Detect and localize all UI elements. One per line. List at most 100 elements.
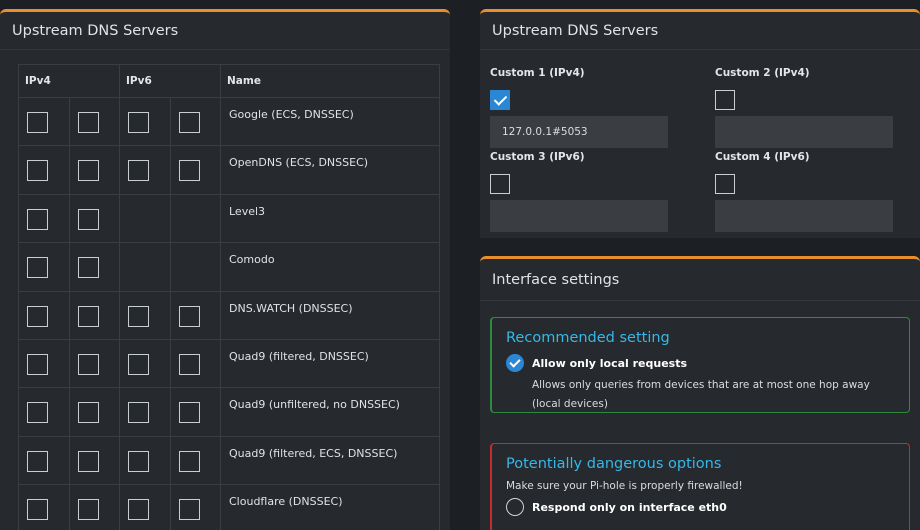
ipv4-cell bbox=[18, 96, 70, 147]
ipv6-cell bbox=[119, 96, 171, 147]
ipv4-checkbox[interactable] bbox=[27, 208, 48, 230]
ipv4-checkbox[interactable] bbox=[27, 353, 48, 375]
custom3-group: Custom 3 (IPv6) bbox=[490, 149, 670, 232]
server-name: OpenDNS (ECS, DNSSEC) bbox=[220, 145, 440, 195]
card-title: Interface settings bbox=[480, 259, 920, 301]
ipv6-cell bbox=[169, 290, 221, 340]
ipv6-checkbox[interactable] bbox=[178, 112, 200, 133]
ipv6-checkbox[interactable] bbox=[128, 305, 149, 327]
interface-settings-card: Interface settings Recommended setting A… bbox=[480, 256, 920, 530]
ipv6-checkbox[interactable] bbox=[178, 160, 200, 182]
ipv4-cell bbox=[68, 435, 120, 486]
custom2-label: Custom 2 (IPv4) bbox=[715, 67, 810, 79]
custom1-label: Custom 1 (IPv4) bbox=[490, 67, 585, 79]
table-row: Quad9 (filtered, DNSSEC) bbox=[18, 338, 440, 389]
local-requests-label: Allow only local requests bbox=[532, 356, 688, 370]
recommended-panel: Recommended setting Allow only local req… bbox=[490, 317, 910, 413]
custom4-input[interactable] bbox=[715, 200, 893, 232]
ipv4-cell bbox=[68, 193, 120, 244]
ipv4-cell bbox=[68, 484, 120, 530]
ipv4-cell bbox=[68, 290, 120, 340]
interface-only-option[interactable]: Respond only on interface eth0 bbox=[506, 498, 895, 516]
ipv4-checkbox[interactable] bbox=[77, 257, 99, 279]
custom2-checkbox[interactable] bbox=[715, 90, 735, 110]
ipv4-checkbox[interactable] bbox=[27, 499, 48, 521]
server-name: Comodo bbox=[220, 242, 440, 292]
ipv4-cell bbox=[18, 484, 70, 530]
header-ipv6: IPv6 bbox=[119, 64, 221, 98]
table-row: Level3 bbox=[18, 193, 440, 244]
custom1-input[interactable] bbox=[490, 116, 668, 148]
table-row: Cloudflare (DNSSEC) bbox=[18, 484, 440, 530]
local-requests-desc: Allows only queries from devices that ar… bbox=[532, 379, 870, 410]
local-requests-option[interactable]: Allow only local requests bbox=[506, 354, 895, 372]
ipv6-checkbox[interactable] bbox=[178, 499, 200, 521]
ipv4-cell bbox=[18, 290, 70, 340]
dns-servers-table: IPv4 IPv6 Name Google (ECS, DNSSEC) OpenD… bbox=[18, 64, 440, 530]
ipv6-checkbox[interactable] bbox=[178, 305, 200, 327]
ipv6-cell bbox=[169, 387, 221, 437]
ipv6-cell bbox=[119, 193, 171, 244]
ipv4-cell bbox=[68, 96, 120, 147]
ipv4-checkbox[interactable] bbox=[77, 160, 99, 182]
ipv6-checkbox[interactable] bbox=[128, 160, 149, 182]
ipv6-cell bbox=[169, 338, 221, 389]
ipv4-cell bbox=[18, 435, 70, 486]
custom3-input[interactable] bbox=[490, 200, 668, 232]
radio-checked-icon[interactable] bbox=[506, 354, 524, 372]
custom2-input[interactable] bbox=[715, 116, 893, 148]
ipv6-cell bbox=[169, 96, 221, 147]
custom4-checkbox[interactable] bbox=[715, 174, 735, 194]
ipv6-checkbox[interactable] bbox=[128, 450, 149, 472]
ipv6-checkbox[interactable] bbox=[128, 499, 149, 521]
upstream-dns-card-right: Upstream DNS Servers Custom 1 (IPv4) Cus… bbox=[480, 9, 920, 238]
ipv4-cell bbox=[68, 338, 120, 389]
server-name: Quad9 (filtered, DNSSEC) bbox=[220, 338, 440, 389]
custom4-group: Custom 4 (IPv6) bbox=[715, 149, 895, 232]
ipv4-cell bbox=[68, 387, 120, 437]
ipv6-checkbox[interactable] bbox=[178, 402, 200, 424]
ipv4-checkbox[interactable] bbox=[27, 160, 48, 182]
ipv4-cell bbox=[18, 242, 70, 292]
ipv4-cell bbox=[68, 145, 120, 195]
ipv6-checkbox[interactable] bbox=[128, 353, 149, 375]
ipv6-checkbox[interactable] bbox=[128, 112, 149, 133]
ipv6-cell bbox=[169, 193, 221, 244]
ipv4-checkbox[interactable] bbox=[77, 305, 99, 327]
ipv4-checkbox[interactable] bbox=[27, 305, 48, 327]
ipv4-checkbox[interactable] bbox=[77, 499, 99, 521]
ipv4-checkbox[interactable] bbox=[77, 402, 99, 424]
custom3-label: Custom 3 (IPv6) bbox=[490, 151, 585, 163]
ipv4-checkbox[interactable] bbox=[77, 353, 99, 375]
ipv6-cell bbox=[169, 484, 221, 530]
ipv4-checkbox[interactable] bbox=[27, 450, 48, 472]
ipv6-checkbox[interactable] bbox=[128, 402, 149, 424]
table-row: Comodo bbox=[18, 242, 440, 292]
ipv6-cell bbox=[119, 387, 171, 437]
custom1-checkbox[interactable] bbox=[490, 90, 510, 110]
recommended-title: Recommended setting bbox=[506, 330, 670, 346]
ipv6-checkbox[interactable] bbox=[178, 450, 200, 472]
ipv6-cell bbox=[119, 338, 171, 389]
ipv6-cell bbox=[169, 435, 221, 486]
table-row: Quad9 (unfiltered, no DNSSEC) bbox=[18, 387, 440, 437]
custom3-checkbox[interactable] bbox=[490, 174, 510, 194]
ipv6-checkbox[interactable] bbox=[178, 353, 200, 375]
ipv4-cell bbox=[68, 242, 120, 292]
header-ipv4: IPv4 bbox=[18, 64, 120, 98]
custom1-group: Custom 1 (IPv4) bbox=[490, 65, 670, 148]
header-name: Name bbox=[220, 64, 440, 98]
ipv6-cell bbox=[119, 145, 171, 195]
ipv4-cell bbox=[18, 145, 70, 195]
ipv4-checkbox[interactable] bbox=[27, 112, 48, 133]
dangerous-panel: Potentially dangerous options Make sure … bbox=[490, 443, 910, 530]
ipv4-checkbox[interactable] bbox=[77, 450, 99, 472]
card-title: Upstream DNS Servers bbox=[0, 12, 450, 50]
ipv4-checkbox[interactable] bbox=[27, 402, 48, 424]
ipv4-checkbox[interactable] bbox=[77, 208, 99, 230]
radio-unchecked-icon[interactable] bbox=[506, 498, 524, 516]
ipv4-checkbox[interactable] bbox=[77, 112, 99, 133]
server-name: DNS.WATCH (DNSSEC) bbox=[220, 290, 440, 340]
ipv4-checkbox[interactable] bbox=[27, 257, 48, 279]
table-row: Quad9 (filtered, ECS, DNSSEC) bbox=[18, 435, 440, 486]
